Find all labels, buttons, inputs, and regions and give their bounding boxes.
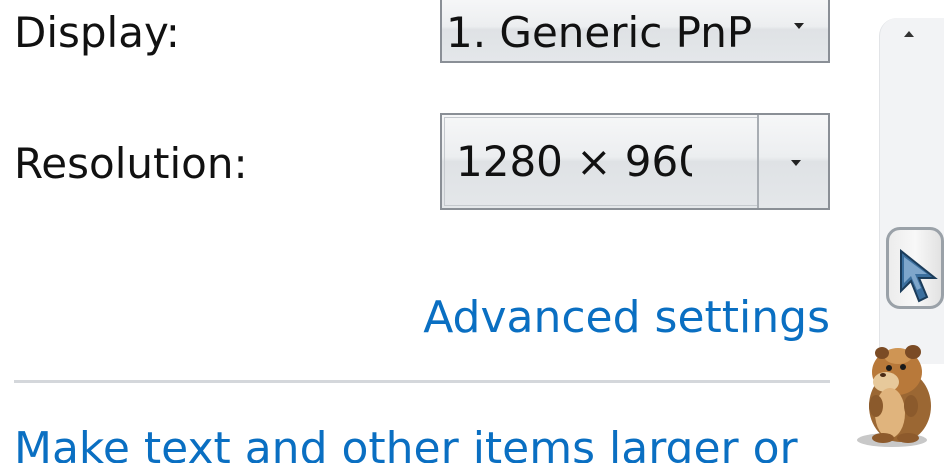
resolution-dropdown-value: 1280 × 960 [456,141,692,183]
section-divider [14,380,830,383]
chevron-down-icon [791,160,801,166]
chevron-down-icon [794,23,804,29]
display-label: Display: [14,8,180,57]
mouse-cursor-icon [897,247,943,311]
resolution-dropdown[interactable]: 1280 × 960 [440,113,830,210]
hamster-mascot-icon [838,340,944,454]
scroll-up-icon[interactable] [904,31,914,37]
resolution-label: Resolution: [14,139,248,188]
display-dropdown[interactable]: 1. Generic PnP [440,0,830,63]
display-dropdown-value: 1. Generic PnP [446,12,753,54]
advanced-settings-link[interactable]: Advanced settings [423,296,830,340]
dropdown-separator [757,115,759,208]
display-settings-panel: Display: 1. Generic PnP Resolution: 1280… [0,0,944,463]
vertical-scrollbar[interactable] [879,18,944,364]
text-size-link[interactable]: Make text and other items larger or [14,427,798,463]
